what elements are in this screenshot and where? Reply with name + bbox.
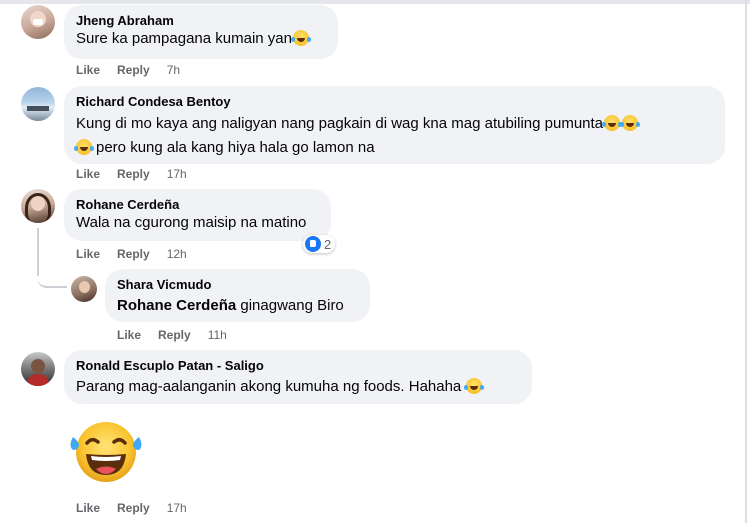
reply-link[interactable]: Reply <box>158 327 191 343</box>
like-link[interactable]: Like <box>76 62 100 78</box>
face-with-tears-of-joy-icon <box>602 115 623 131</box>
comment-body: Sure ka pampagana kumain yan <box>76 30 292 47</box>
comment-body: Parang mag-aalanganin akong kumuha ng fo… <box>76 378 462 395</box>
thread-connector <box>37 266 67 288</box>
comment-bubble: Rohane Cerdeña Wala na cgurong maisip na… <box>64 189 331 241</box>
avatar[interactable] <box>21 352 55 386</box>
comment-actions: Like Reply 17h <box>76 500 187 516</box>
comment-body: ginagwang Biro <box>240 297 344 314</box>
face-with-tears-of-joy-icon <box>74 139 94 155</box>
reaction-summary[interactable]: 2 <box>303 235 336 253</box>
like-reaction-icon <box>305 236 321 252</box>
mention-link[interactable]: Rohane Cerdeña <box>117 297 236 314</box>
face-with-tears-of-joy-icon <box>290 30 311 46</box>
reply-link[interactable]: Reply <box>117 166 150 182</box>
timestamp[interactable]: 17h <box>167 500 187 516</box>
timestamp[interactable]: 12h <box>167 246 187 262</box>
comment-body-line1: Kung di mo kaya ang naligyan nang pagkai… <box>76 115 604 132</box>
commenter-name[interactable]: Shara Vicmudo <box>117 277 358 293</box>
reply-bubble: Shara Vicmudo Rohane Cerdeña ginagwang B… <box>105 269 370 322</box>
comment-text: Sure ka pampagana kumain yan <box>76 29 326 49</box>
commenter-name[interactable]: Jheng Abraham <box>76 13 326 29</box>
comment-bubble: Jheng Abraham Sure ka pampagana kumain y… <box>64 5 338 59</box>
comment-actions: Like Reply 11h <box>117 327 227 343</box>
comment-text: Kung di mo kaya ang naligyan nang pagkai… <box>76 114 713 134</box>
timestamp[interactable]: 17h <box>167 166 187 182</box>
like-link[interactable]: Like <box>76 500 100 516</box>
scrollbar-edge <box>745 0 747 523</box>
reply-link[interactable]: Reply <box>117 62 150 78</box>
comment-text: Parang mag-aalanganin akong kumuha ng fo… <box>76 377 520 397</box>
face-with-tears-of-joy-icon <box>464 378 485 394</box>
comment-text: Rohane Cerdeña ginagwang Biro <box>117 296 358 316</box>
timestamp[interactable]: 11h <box>208 327 227 343</box>
comment-text: pero kung ala kang hiya hala go lamon na <box>74 138 713 158</box>
like-link[interactable]: Like <box>76 246 100 262</box>
avatar[interactable] <box>21 87 55 121</box>
comment-actions: Like Reply 17h <box>76 166 187 182</box>
reply-link[interactable]: Reply <box>117 500 150 516</box>
like-link[interactable]: Like <box>76 166 100 182</box>
comment-text: Wala na cgurong maisip na matino <box>76 214 307 231</box>
reply-link[interactable]: Reply <box>117 246 150 262</box>
comment-bubble: Ronald Escuplo Patan - Saligo Parang mag… <box>64 350 532 404</box>
avatar[interactable] <box>21 189 55 223</box>
face-with-tears-of-joy-icon <box>70 422 142 482</box>
like-link[interactable]: Like <box>117 327 141 343</box>
top-border <box>0 0 750 4</box>
commenter-name[interactable]: Ronald Escuplo Patan - Saligo <box>76 358 520 374</box>
comment-actions: Like Reply 7h <box>76 62 180 78</box>
reaction-count: 2 <box>324 236 332 252</box>
face-with-tears-of-joy-icon <box>620 115 641 131</box>
comment-bubble: Richard Condesa Bentoy Kung di mo kaya a… <box>64 86 725 164</box>
commenter-name[interactable]: Rohane Cerdeña <box>76 197 319 213</box>
comment-actions: Like Reply 12h <box>76 246 187 262</box>
avatar[interactable] <box>21 5 55 39</box>
comment-body-line2: pero kung ala kang hiya hala go lamon na <box>96 139 375 156</box>
timestamp[interactable]: 7h <box>167 62 180 78</box>
commenter-name[interactable]: Richard Condesa Bentoy <box>76 94 713 110</box>
avatar[interactable] <box>71 276 97 302</box>
